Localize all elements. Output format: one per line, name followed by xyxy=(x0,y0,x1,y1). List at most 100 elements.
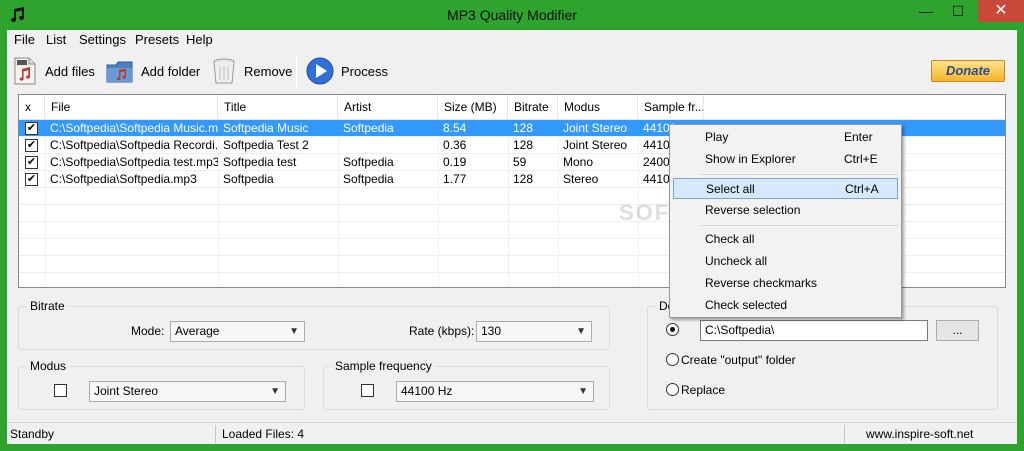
context-item-shortcut: Enter xyxy=(844,130,873,144)
context-item-label: Play xyxy=(705,130,729,144)
rate-label: Rate (kbps): xyxy=(409,324,475,338)
column-header-size[interactable]: Size (MB) xyxy=(438,95,508,120)
mode-label: Mode: xyxy=(131,324,165,338)
cell-file: C:\Softpedia\Softpedia test.mp3 xyxy=(50,155,218,169)
replace-label[interactable]: Replace xyxy=(681,383,725,397)
rate-select[interactable]: 130 ▼ xyxy=(476,321,592,342)
add-files-label: Add files xyxy=(45,63,95,79)
sample-frequency-select[interactable]: 44100 Hz ▼ xyxy=(396,381,594,402)
context-item-label: Check all xyxy=(705,232,755,246)
row-checkbox[interactable]: ✔ xyxy=(25,156,38,169)
cell-bitrate: 128 xyxy=(513,172,534,186)
menu-file[interactable]: File xyxy=(14,32,35,47)
create-output-folder-radio[interactable] xyxy=(666,353,679,366)
status-text: Standby xyxy=(10,427,55,441)
row-checkbox[interactable]: ✔ xyxy=(25,173,38,186)
menu-presets[interactable]: Presets xyxy=(135,32,179,47)
row-checkbox[interactable]: ✔ xyxy=(25,122,38,135)
cell-modus: Mono xyxy=(563,155,594,169)
column-header-title[interactable]: Title xyxy=(218,95,338,120)
context-item-shortcut: Ctrl+E xyxy=(844,152,878,166)
browse-button[interactable]: ... xyxy=(936,320,979,341)
column-header-sample-frequency[interactable]: Sample fr... xyxy=(638,95,704,120)
modus-select[interactable]: Joint Stereo ▼ xyxy=(89,381,286,402)
column-header-file[interactable]: File xyxy=(45,95,218,120)
toolbar-separator xyxy=(296,54,297,88)
cell-artist: Softpedia xyxy=(343,155,394,169)
column-header-artist[interactable]: Artist xyxy=(338,95,438,120)
create-output-folder-label[interactable]: Create "output" folder xyxy=(681,353,796,367)
destination-path-input[interactable]: C:\Softpedia\ xyxy=(700,320,928,341)
chevron-down-icon: ▼ xyxy=(270,386,280,397)
modus-group: Modus Joint Stereo ▼ xyxy=(18,359,305,410)
modus-value: Joint Stereo xyxy=(94,384,159,398)
cell-title: Softpedia Test 2 xyxy=(223,138,309,152)
context-item-label: Select all xyxy=(706,182,755,196)
custom-folder-radio[interactable] xyxy=(666,323,679,336)
toolbar: Add files Add folder Remove Process Dona… xyxy=(7,50,1017,92)
close-button[interactable]: ✕ xyxy=(978,0,1024,22)
cell-bitrate: 59 xyxy=(513,155,527,169)
cell-artist: Softpedia xyxy=(343,172,394,186)
cell-modus: Stereo xyxy=(563,172,599,186)
title-bar: MP3 Quality Modifier — ☐ ✕ xyxy=(0,0,1024,30)
context-item-label: Show in Explorer xyxy=(705,152,796,166)
column-header-bitrate[interactable]: Bitrate xyxy=(508,95,558,120)
cell-size: 1.77 xyxy=(443,172,467,186)
trash-bin-icon xyxy=(213,58,235,84)
cell-size: 0.36 xyxy=(443,138,467,152)
chevron-down-icon: ▼ xyxy=(289,326,299,337)
cell-bitrate: 128 xyxy=(513,121,534,135)
donate-button[interactable]: Donate xyxy=(931,60,1005,82)
chevron-down-icon: ▼ xyxy=(578,386,588,397)
add-folder-button[interactable]: Add folder xyxy=(105,54,200,88)
process-button[interactable]: Process xyxy=(305,54,388,88)
status-separator xyxy=(215,425,216,443)
context-item-play[interactable]: Play Enter xyxy=(673,127,898,148)
sample-frequency-group: Sample frequency 44100 Hz ▼ xyxy=(323,359,610,410)
menu-list[interactable]: List xyxy=(46,32,66,47)
sample-frequency-value: 44100 Hz xyxy=(401,384,453,398)
context-item-shortcut: Ctrl+A xyxy=(845,182,879,196)
music-folder-icon xyxy=(106,61,133,83)
add-folder-label: Add folder xyxy=(141,63,201,79)
column-header-check[interactable]: x xyxy=(19,95,45,120)
sample-frequency-group-title: Sample frequency xyxy=(332,359,435,373)
website-link[interactable]: www.inspire-soft.net xyxy=(866,427,973,441)
remove-button[interactable]: Remove xyxy=(210,54,292,88)
cell-file: C:\Softpedia\Softpedia.mp3 xyxy=(50,172,197,186)
menu-settings[interactable]: Settings xyxy=(79,32,126,47)
menu-help[interactable]: Help xyxy=(186,32,213,47)
cell-size: 0.19 xyxy=(443,155,467,169)
menu-bar: File List Settings Presets Help xyxy=(7,30,1017,50)
bitrate-group-title: Bitrate xyxy=(27,299,68,313)
cell-modus: Joint Stereo xyxy=(563,121,628,135)
column-header-modus[interactable]: Modus xyxy=(558,95,638,120)
cell-title: Softpedia xyxy=(223,172,274,186)
context-item-reverse-selection[interactable]: Reverse selection xyxy=(673,200,898,221)
process-label: Process xyxy=(341,63,388,79)
maximize-button[interactable]: ☐ xyxy=(944,0,972,22)
context-item-label: Reverse checkmarks xyxy=(705,276,818,290)
cell-file: C:\Softpedia\Softpedia Music.m... xyxy=(50,121,218,135)
context-separator xyxy=(700,174,898,175)
context-item-reverse-checkmarks[interactable]: Reverse checkmarks xyxy=(673,273,898,294)
context-item-uncheck-all[interactable]: Uncheck all xyxy=(673,251,898,272)
sample-frequency-checkbox[interactable] xyxy=(361,384,374,397)
context-item-select-all[interactable]: Select all Ctrl+A xyxy=(673,178,898,199)
modus-group-title: Modus xyxy=(27,359,70,373)
cell-modus: Joint Stereo xyxy=(563,138,628,152)
context-item-show-in-explorer[interactable]: Show in Explorer Ctrl+E xyxy=(673,149,898,170)
context-item-check-selected[interactable]: Check selected xyxy=(673,295,898,316)
replace-radio[interactable] xyxy=(666,383,679,396)
minimize-button[interactable]: — xyxy=(912,0,940,22)
mode-select[interactable]: Average ▼ xyxy=(170,321,305,342)
status-separator xyxy=(844,425,845,443)
cell-artist: Softpedia xyxy=(343,121,394,135)
modus-checkbox[interactable] xyxy=(54,384,67,397)
add-files-button[interactable]: Add files xyxy=(11,54,95,88)
context-menu: Play Enter Show in Explorer Ctrl+E Selec… xyxy=(669,124,902,318)
row-checkbox[interactable]: ✔ xyxy=(25,139,38,152)
context-item-check-all[interactable]: Check all xyxy=(673,229,898,250)
cell-bitrate: 128 xyxy=(513,138,534,152)
